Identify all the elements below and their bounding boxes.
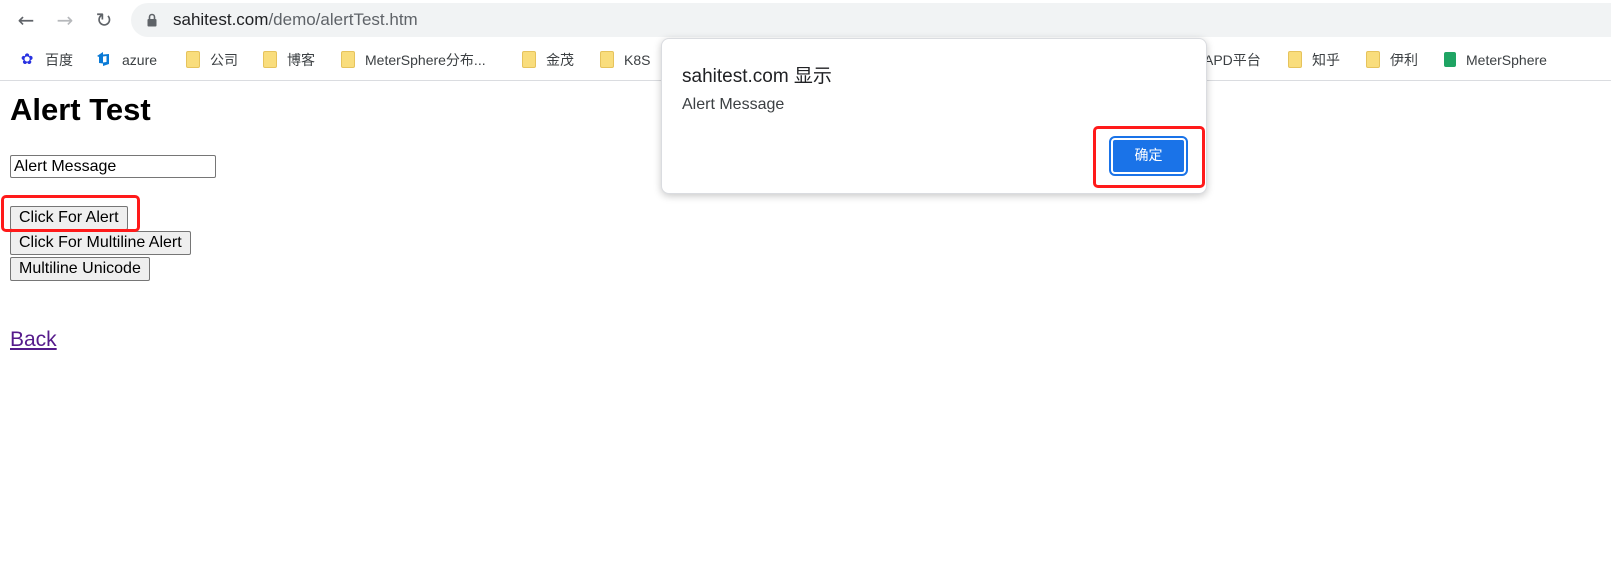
bookmark-folder-zhihu[interactable]: 知乎 (1288, 50, 1340, 70)
bookmark-baidu[interactable]: ✿ 百度 (19, 50, 73, 70)
bookmark-label: K8S (624, 52, 651, 68)
url-text: sahitest.com/demo/alertTest.htm (173, 10, 418, 30)
browser-toolbar: ← → ↻ sahitest.com/demo/alertTest.htm (0, 0, 1611, 40)
folder-icon (1366, 50, 1380, 68)
bookmark-folder-yili[interactable]: 伊利 (1366, 50, 1418, 70)
bookmark-label: 博客 (287, 52, 315, 68)
folder-icon (1288, 50, 1302, 68)
bookmark-folder-company[interactable]: 公司 (186, 50, 238, 70)
dialog-title: sahitest.com 显示 (682, 66, 832, 87)
bookmark-folder-blog[interactable]: 博客 (263, 50, 315, 70)
reload-icon[interactable]: ↻ (92, 8, 116, 32)
alert-message-input[interactable] (10, 155, 216, 178)
folder-icon (522, 50, 536, 68)
bookmark-label: APD平台 (1204, 52, 1261, 68)
dialog-message: Alert Message (682, 96, 785, 113)
alert-dialog: sahitest.com 显示 Alert Message 确定 (661, 38, 1207, 194)
folder-icon (341, 50, 355, 68)
baidu-paw-icon: ✿ (20, 50, 34, 69)
url-path: /demo/alertTest.htm (268, 10, 418, 29)
bookmark-label: 伊利 (1390, 52, 1418, 68)
folder-icon (186, 50, 200, 68)
click-for-alert-button[interactable]: Click For Alert (10, 206, 128, 230)
bookmark-azure[interactable]: azure (96, 50, 157, 70)
page-title: Alert Test (10, 92, 151, 127)
folder-icon (600, 50, 614, 68)
lock-icon (147, 13, 157, 27)
address-bar[interactable]: sahitest.com/demo/alertTest.htm (131, 3, 1611, 37)
url-host: sahitest.com (173, 10, 269, 29)
bookmark-folder-jinmao[interactable]: 金茂 (522, 50, 574, 70)
sheets-icon (1444, 51, 1456, 67)
bookmark-label: azure (122, 52, 158, 68)
bookmark-metersphere-sheet[interactable]: MeterSphere (1444, 50, 1547, 70)
bookmark-label: 公司 (210, 52, 238, 68)
bookmark-folder-k8s[interactable]: K8S (600, 50, 650, 70)
bookmark-label: 金茂 (546, 52, 574, 68)
bookmark-folder-metersphere[interactable]: MeterSphere分布... (341, 50, 486, 70)
azure-devops-icon (97, 52, 109, 67)
dialog-ok-button[interactable]: 确定 (1109, 136, 1188, 176)
bookmark-label: MeterSphere (1466, 52, 1547, 68)
bookmark-label: 百度 (45, 52, 73, 68)
click-for-multiline-alert-button[interactable]: Click For Multiline Alert (10, 231, 191, 255)
back-link[interactable]: Back (10, 328, 57, 352)
bookmark-label: 知乎 (1312, 52, 1340, 68)
folder-icon (263, 50, 277, 68)
back-arrow-icon[interactable]: ← (14, 8, 38, 32)
bookmark-label: MeterSphere分布... (365, 52, 486, 68)
multiline-unicode-button[interactable]: Multiline Unicode (10, 257, 150, 281)
forward-arrow-icon[interactable]: → (53, 8, 77, 32)
